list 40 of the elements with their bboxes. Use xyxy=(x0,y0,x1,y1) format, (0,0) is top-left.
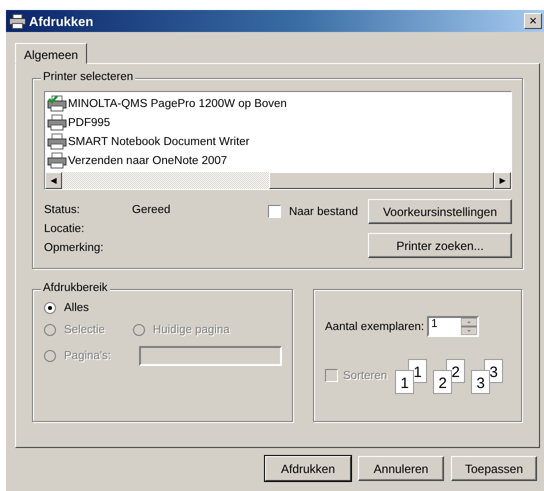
radio-label: Huidige pagina xyxy=(152,324,230,336)
radio-button[interactable] xyxy=(44,302,56,314)
printer-item[interactable]: PDF995 xyxy=(47,113,509,132)
close-button[interactable]: × xyxy=(524,13,542,29)
printer-item[interactable]: MINOLTA-QMS PagePro 1200W op Boven xyxy=(47,94,509,113)
info-label: Locatie: xyxy=(44,223,86,235)
group-title: Printer selecteren xyxy=(41,71,136,83)
scroll-left-button[interactable]: ◀ xyxy=(45,172,62,189)
tab[interactable]: Algemeen xyxy=(15,43,88,64)
page-sheet: 3 xyxy=(471,370,490,394)
info-label: Opmerking: xyxy=(44,242,104,254)
printer-icon xyxy=(9,14,26,28)
dialog-button[interactable]: Annuleren xyxy=(358,456,444,481)
scrollbar-thumb[interactable] xyxy=(269,172,494,189)
copies-label: Aantal exemplaren: xyxy=(325,320,424,332)
checkbox-label: Sorteren xyxy=(343,370,388,382)
info-label: Status: xyxy=(44,204,81,216)
default-printer-icon xyxy=(47,95,67,112)
dialog-button[interactable]: Afdrukken xyxy=(265,456,351,481)
info-value: Gereed xyxy=(132,204,170,216)
radio-label: Alles xyxy=(64,302,89,314)
page-sheet: 2 xyxy=(433,370,452,394)
dialog-button[interactable]: Toepassen xyxy=(451,456,537,481)
pages-field[interactable] xyxy=(138,346,282,366)
printer-icon xyxy=(47,133,67,150)
window-title: Afdrukken xyxy=(29,14,94,28)
dialog-button[interactable]: Voorkeursinstellingen xyxy=(368,199,512,224)
copies-spinner[interactable]: 1 xyxy=(427,316,480,337)
printer-item[interactable]: SMART Notebook Document Writer xyxy=(47,132,509,151)
radio-label: Pagina's: xyxy=(64,350,111,362)
page-sheet: 1 xyxy=(395,370,414,394)
printer-icon xyxy=(47,114,67,131)
group-title: Afdrukbereik xyxy=(41,282,110,294)
printer-item[interactable]: Verzenden naar OneNote 2007 xyxy=(47,151,509,170)
scroll-right-button[interactable]: ▶ xyxy=(494,172,511,189)
checkbox-label: Naar bestand xyxy=(288,206,358,218)
checkbox[interactable] xyxy=(268,205,281,218)
dialog-button[interactable]: Printer zoeken... xyxy=(368,233,512,258)
radio-label: Selectie xyxy=(64,324,105,336)
printer-icon xyxy=(47,152,67,169)
